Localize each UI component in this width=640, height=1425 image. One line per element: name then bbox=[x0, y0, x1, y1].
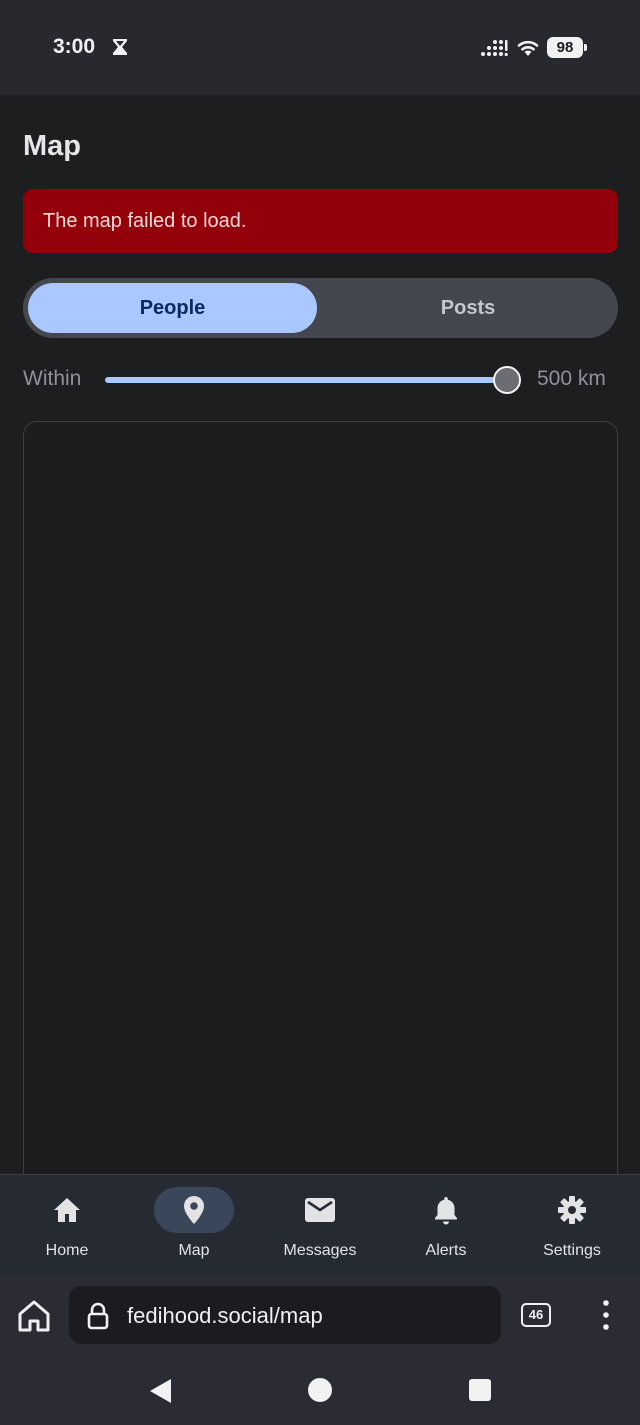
radius-slider-thumb[interactable] bbox=[493, 366, 521, 394]
system-nav-bar bbox=[0, 1357, 640, 1425]
tab-posts[interactable]: Posts bbox=[323, 283, 613, 333]
nav-label-settings: Settings bbox=[543, 1242, 601, 1259]
browser-home-icon[interactable] bbox=[16, 1298, 52, 1334]
nav-label-alerts: Alerts bbox=[425, 1242, 467, 1259]
lock-icon bbox=[87, 1302, 109, 1330]
back-icon[interactable] bbox=[148, 1378, 172, 1404]
radius-value: 500 km bbox=[537, 367, 606, 390]
nav-item-home[interactable]: Home bbox=[3, 1175, 131, 1275]
url-bar[interactable]: fedihood.social/map bbox=[69, 1286, 501, 1344]
bell-icon bbox=[435, 1197, 457, 1225]
battery-icon: 98 bbox=[547, 37, 587, 58]
nav-label-home: Home bbox=[45, 1242, 89, 1259]
more-menu-icon[interactable] bbox=[596, 1299, 616, 1331]
radius-slider-track[interactable] bbox=[105, 377, 507, 383]
wifi-icon bbox=[517, 40, 539, 56]
nav-label-messages: Messages bbox=[283, 1242, 357, 1259]
people-posts-toggle: People Posts bbox=[23, 278, 618, 338]
status-bar: 3:00 98 bbox=[0, 0, 640, 95]
nav-item-map[interactable]: Map bbox=[130, 1175, 258, 1275]
error-banner: The map failed to load. bbox=[23, 189, 618, 253]
error-message: The map failed to load. bbox=[43, 210, 247, 232]
url-text: fedihood.social/map bbox=[127, 1303, 323, 1328]
mail-icon bbox=[305, 1198, 335, 1222]
nav-item-settings[interactable]: Settings bbox=[508, 1175, 636, 1275]
home-circle-icon[interactable] bbox=[308, 1378, 332, 1402]
map-pin-icon bbox=[184, 1196, 204, 1224]
page-title: Map bbox=[23, 130, 81, 162]
hourglass-icon bbox=[113, 39, 127, 55]
recents-icon[interactable] bbox=[469, 1379, 491, 1401]
within-label: Within bbox=[23, 367, 82, 390]
bottom-nav: Home Map Messages Alerts Settings bbox=[0, 1174, 640, 1275]
nav-item-messages[interactable]: Messages bbox=[256, 1175, 384, 1275]
browser-bar: fedihood.social/map 46 bbox=[0, 1275, 640, 1357]
nav-label-map: Map bbox=[178, 1242, 210, 1259]
signal-icon bbox=[481, 40, 508, 57]
home-icon bbox=[54, 1198, 80, 1222]
tab-count-button[interactable]: 46 bbox=[521, 1303, 551, 1327]
nav-item-alerts[interactable]: Alerts bbox=[382, 1175, 510, 1275]
gear-icon bbox=[558, 1196, 586, 1224]
map-container[interactable] bbox=[23, 421, 618, 1201]
status-time: 3:00 bbox=[53, 35, 96, 58]
tab-people[interactable]: People bbox=[28, 283, 317, 333]
